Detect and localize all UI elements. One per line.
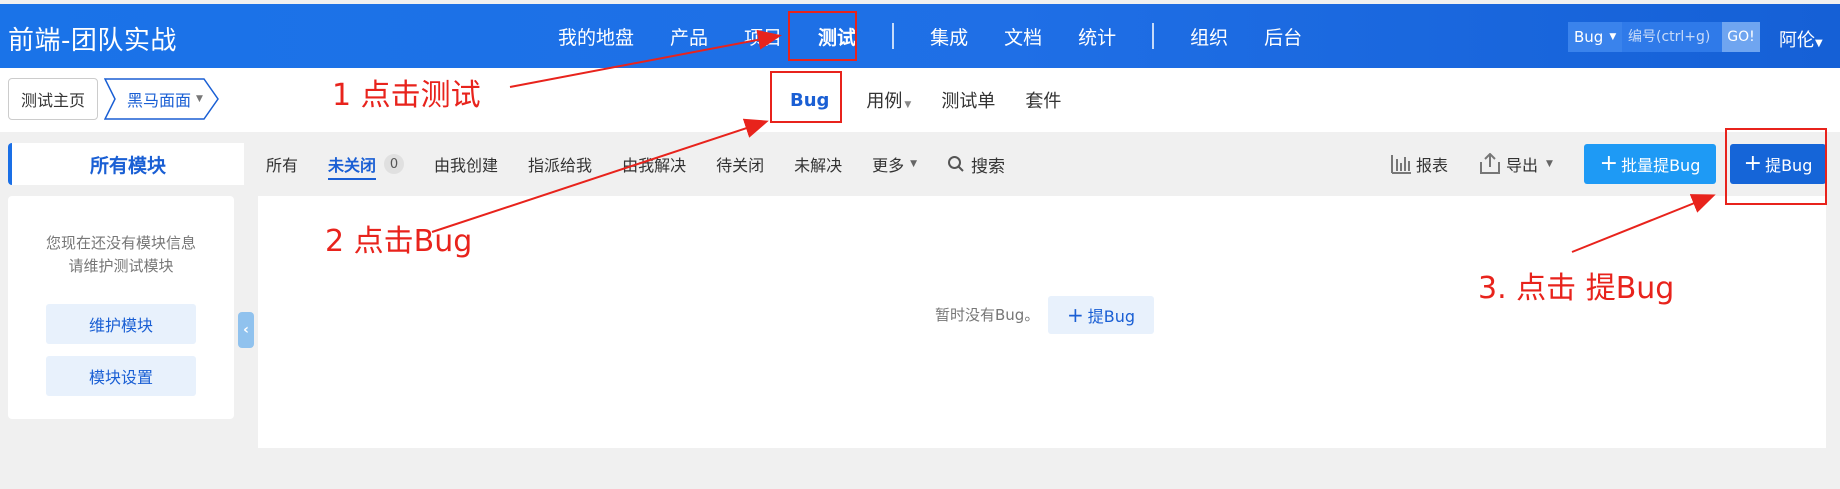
chevron-left-icon: ‹ <box>243 322 249 338</box>
search-icon <box>948 156 964 172</box>
empty-create-bug-button[interactable]: + 提Bug <box>1048 296 1154 334</box>
batch-create-bug-button[interactable]: + 批量提Bug <box>1584 144 1716 184</box>
module-tab-arrow <box>228 143 242 185</box>
search-type-select[interactable]: Bug ▼ <box>1568 22 1622 52</box>
filter-all[interactable]: 所有 <box>266 152 298 176</box>
sub-header: 测试主页 黑马面面 ▼ Bug 用例 ▼ 测试单 套件 <box>0 68 1840 132</box>
filter-created-by-me[interactable]: 由我创建 <box>434 152 498 176</box>
app-title[interactable]: 前端-团队实战 <box>8 20 177 57</box>
empty-message: 暂时没有Bug。 <box>935 306 1040 324</box>
module-sidebar: 您现在还没有模块信息 请维护测试模块 维护模块 模块设置 <box>8 196 234 419</box>
nav-item-admin[interactable]: 后台 <box>1246 23 1320 50</box>
user-menu[interactable]: 阿伦▼ <box>1779 26 1823 52</box>
maintain-module-button[interactable]: 维护模块 <box>46 304 196 344</box>
nav-divider <box>1152 23 1155 49</box>
bug-list-panel: 暂时没有Bug。 + 提Bug <box>258 196 1826 448</box>
count-badge: 0 <box>384 154 405 174</box>
breadcrumb-home[interactable]: 测试主页 <box>8 78 98 120</box>
filter-assigned-to-me[interactable]: 指派给我 <box>528 152 592 176</box>
search-toggle[interactable]: 搜索 <box>947 152 1005 177</box>
filter-unclosed[interactable]: 未关闭 <box>328 152 377 180</box>
nav-item-test[interactable]: 测试 <box>800 23 874 50</box>
bug-filters: 所有 未关闭 0 由我创建 指派给我 由我解决 待关闭 未解决 更多 ▼ 搜索 <box>266 143 1005 185</box>
module-settings-button[interactable]: 模块设置 <box>46 356 196 396</box>
sidebar-collapse-handle[interactable]: ‹ <box>238 312 254 348</box>
tab-bug[interactable]: Bug <box>770 90 851 111</box>
chevron-down-icon: ▼ <box>1609 32 1617 42</box>
filter-to-close[interactable]: 待关闭 <box>716 152 764 176</box>
export-button[interactable]: 导出 ▼ <box>1478 152 1553 176</box>
chevron-down-icon: ▼ <box>1815 38 1823 49</box>
nav-item-stats[interactable]: 统计 <box>1060 23 1134 50</box>
nav-item-doc[interactable]: 文档 <box>986 23 1060 50</box>
search-input[interactable] <box>1622 22 1722 52</box>
top-header: 前端-团队实战 我的地盘 产品 项目 测试 集成 文档 统计 组织 后台 Bug… <box>0 4 1840 68</box>
breadcrumb-product[interactable]: 黑马面面 ▼ <box>104 78 220 120</box>
plus-icon: + <box>1066 303 1084 327</box>
chevron-down-icon: ▼ <box>1546 159 1553 169</box>
sub-nav: Bug 用例 ▼ 测试单 套件 <box>770 68 1076 132</box>
chevron-down-icon: ▼ <box>904 100 912 110</box>
filter-unresolved[interactable]: 未解决 <box>794 152 842 176</box>
plus-icon: + <box>1599 151 1619 176</box>
tab-case[interactable]: 用例 ▼ <box>851 87 926 113</box>
nav-divider <box>892 23 895 49</box>
main-nav: 我的地盘 产品 项目 测试 集成 文档 统计 组织 后台 <box>540 4 1320 68</box>
global-search: Bug▼ GO! <box>1568 22 1760 52</box>
nav-item-project[interactable]: 项目 <box>726 23 800 50</box>
tab-suite[interactable]: 套件 <box>1010 87 1076 113</box>
nav-item-dashboard[interactable]: 我的地盘 <box>540 23 652 50</box>
plus-icon: + <box>1743 151 1763 176</box>
chevron-down-icon: ▼ <box>910 159 918 169</box>
module-tab[interactable]: 所有模块 <box>8 143 244 185</box>
nav-item-product[interactable]: 产品 <box>652 23 726 50</box>
tab-testtask[interactable]: 测试单 <box>926 87 1010 113</box>
sidebar-empty-message: 您现在还没有模块信息 请维护测试模块 <box>45 234 196 275</box>
search-go-button[interactable]: GO! <box>1722 22 1760 52</box>
nav-item-org[interactable]: 组织 <box>1172 23 1246 50</box>
create-bug-button[interactable]: + 提Bug <box>1730 144 1826 184</box>
report-button[interactable]: 报表 <box>1390 152 1448 176</box>
filter-more[interactable]: 更多 ▼ <box>872 152 917 176</box>
chevron-down-icon: ▼ <box>196 94 203 104</box>
nav-item-ci[interactable]: 集成 <box>912 23 986 50</box>
filter-resolved-by-me[interactable]: 由我解决 <box>622 152 686 176</box>
export-icon <box>1480 153 1500 174</box>
bar-chart-icon <box>1391 155 1411 174</box>
